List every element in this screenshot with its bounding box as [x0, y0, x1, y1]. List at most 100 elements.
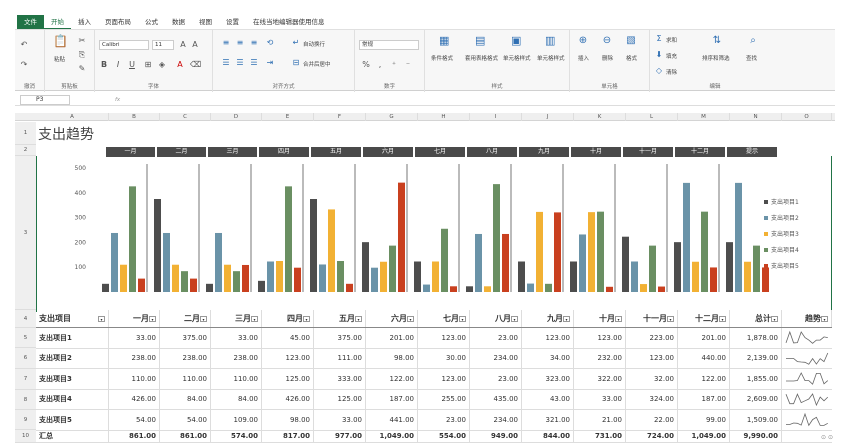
sort-filter-icon[interactable]: ⇅	[712, 36, 722, 46]
table-cell[interactable]: 33.00	[574, 389, 626, 409]
fill-icon[interactable]: ⬇	[654, 50, 664, 60]
header-cell[interactable]: 二月 ▾	[160, 310, 211, 327]
filter-dropdown-icon[interactable]: ▾	[771, 315, 778, 322]
font-grow-icon[interactable]: A	[178, 40, 188, 50]
clear-icon[interactable]: ◇	[654, 66, 664, 76]
border-icon[interactable]: ⊞	[143, 60, 153, 70]
column-header-H[interactable]: H	[418, 113, 470, 121]
table-cell[interactable]: 2,139.00	[730, 348, 782, 368]
cell-style2-icon[interactable]: ▥	[545, 35, 555, 46]
table-cell[interactable]: 23.00	[418, 410, 470, 430]
table-cell[interactable]: 9,990.00	[730, 430, 782, 442]
comma-icon[interactable]: ,	[375, 60, 385, 70]
table-cell[interactable]: 123.00	[574, 328, 626, 348]
table-cell[interactable]: 2,609.00	[730, 389, 782, 409]
table-cell[interactable]: 43.00	[522, 389, 574, 409]
table-cell[interactable]: 1,509.00	[730, 410, 782, 430]
header-cell[interactable]: 十月 ▾	[574, 310, 626, 327]
row-header-9[interactable]: 9	[15, 410, 36, 430]
table-cell[interactable]: 22.00	[626, 410, 678, 430]
redo-icon[interactable]: ↷	[19, 60, 29, 70]
fx-label[interactable]: fx	[115, 97, 120, 103]
table-cell[interactable]: 1,855.00	[730, 369, 782, 389]
table-cell[interactable]: 110.00	[211, 369, 262, 389]
column-header-J[interactable]: J	[522, 113, 574, 121]
table-cell[interactable]: 323.00	[522, 369, 574, 389]
table-cell[interactable]: 54.00	[109, 410, 160, 430]
column-header-C[interactable]: C	[160, 113, 211, 121]
row-header-6[interactable]: 6	[15, 348, 36, 369]
sparkline[interactable]	[784, 392, 830, 408]
bold-icon[interactable]: B	[99, 60, 109, 70]
cell-style-label[interactable]: 单元格样式	[503, 54, 531, 62]
table-cell[interactable]: 98.00	[366, 348, 418, 368]
table-cell[interactable]: 554.00	[418, 430, 470, 442]
table-cell[interactable]: 844.00	[522, 430, 574, 442]
align-right-icon[interactable]: ☰	[249, 58, 259, 68]
table-cell[interactable]: 234.00	[470, 348, 522, 368]
formula-input[interactable]	[127, 95, 827, 105]
align-center-icon[interactable]: ☰	[235, 58, 245, 68]
align-left-icon[interactable]: ☰	[221, 58, 231, 68]
table-cell[interactable]: 110.00	[109, 369, 160, 389]
row-header-2[interactable]: 2	[15, 145, 36, 156]
sparkline[interactable]	[784, 412, 830, 428]
tab-file[interactable]: 文件	[17, 15, 44, 29]
filter-dropdown-icon[interactable]: ▾	[615, 315, 622, 322]
table-cell[interactable]: 84.00	[211, 389, 262, 409]
table-cell[interactable]: 223.00	[626, 328, 678, 348]
cell-style2-label[interactable]: 单元格样式	[537, 54, 565, 62]
table-cell[interactable]: 125.00	[314, 389, 366, 409]
header-cell[interactable]: 一月 ▾	[109, 310, 160, 327]
filter-dropdown-icon[interactable]: ▾	[251, 315, 258, 322]
name-box[interactable]: P3	[20, 95, 70, 105]
font-color-icon[interactable]: A	[175, 60, 185, 70]
table-cell[interactable]: 33.00	[109, 328, 160, 348]
filter-dropdown-icon[interactable]: ▾	[511, 315, 518, 322]
filter-dropdown-icon[interactable]: ▾	[149, 315, 156, 322]
table-format-label[interactable]: 套用表格格式	[465, 54, 498, 62]
align-top-icon[interactable]: ≡	[221, 38, 231, 48]
header-cell[interactable]: 总计 ▾	[730, 310, 782, 327]
table-cell[interactable]: 324.00	[626, 389, 678, 409]
header-cell[interactable]: 十二月 ▾	[678, 310, 730, 327]
filter-dropdown-icon[interactable]: ▾	[303, 315, 310, 322]
row-header-3[interactable]: 3	[15, 156, 36, 310]
copy-icon[interactable]: ⎘	[77, 50, 87, 60]
filter-dropdown-icon[interactable]: ▾	[821, 315, 828, 322]
insert-label[interactable]: 插入	[578, 54, 589, 62]
table-cell[interactable]: 33.00	[211, 328, 262, 348]
table-cell[interactable]: 977.00	[314, 430, 366, 442]
paste-label[interactable]: 粘贴	[54, 55, 65, 63]
autosum-label[interactable]: 求和	[666, 36, 677, 44]
cell-style-icon[interactable]: ▣	[511, 35, 521, 46]
table-cell[interactable]: 122.00	[366, 369, 418, 389]
column-header-M[interactable]: M	[678, 113, 730, 121]
tab-page-layout[interactable]: 页面布局	[98, 15, 138, 29]
align-middle-icon[interactable]: ≡	[235, 38, 245, 48]
table-cell[interactable]: 321.00	[522, 410, 574, 430]
column-header-A[interactable]: A	[36, 113, 109, 121]
sheet-title[interactable]: 支出趋势	[38, 124, 94, 144]
table-cell[interactable]: 汇总	[36, 430, 109, 442]
table-cell[interactable]: 23.00	[470, 328, 522, 348]
tab-formulas[interactable]: 公式	[138, 15, 165, 29]
table-cell[interactable]: 238.00	[109, 348, 160, 368]
table-cell[interactable]: 187.00	[366, 389, 418, 409]
table-cell[interactable]: 426.00	[262, 389, 314, 409]
merge-center-icon[interactable]: ⊟	[291, 58, 301, 68]
header-cell[interactable]: 九月 ▾	[522, 310, 574, 327]
font-name-select[interactable]: Calibri	[99, 40, 149, 50]
filter-dropdown-icon[interactable]: ▾	[200, 315, 207, 322]
table-cell[interactable]: 201.00	[678, 328, 730, 348]
table-cell[interactable]: 238.00	[160, 348, 211, 368]
tab-view[interactable]: 视图	[192, 15, 219, 29]
table-cell[interactable]: 123.00	[418, 369, 470, 389]
column-header-G[interactable]: G	[366, 113, 418, 121]
column-header-F[interactable]: F	[314, 113, 366, 121]
table-cell[interactable]: 125.00	[262, 369, 314, 389]
header-cell[interactable]: 十一月 ▾	[626, 310, 678, 327]
header-cell[interactable]: 六月 ▾	[366, 310, 418, 327]
orientation-icon[interactable]: ⟲	[265, 38, 275, 48]
table-cell[interactable]: 375.00	[314, 328, 366, 348]
